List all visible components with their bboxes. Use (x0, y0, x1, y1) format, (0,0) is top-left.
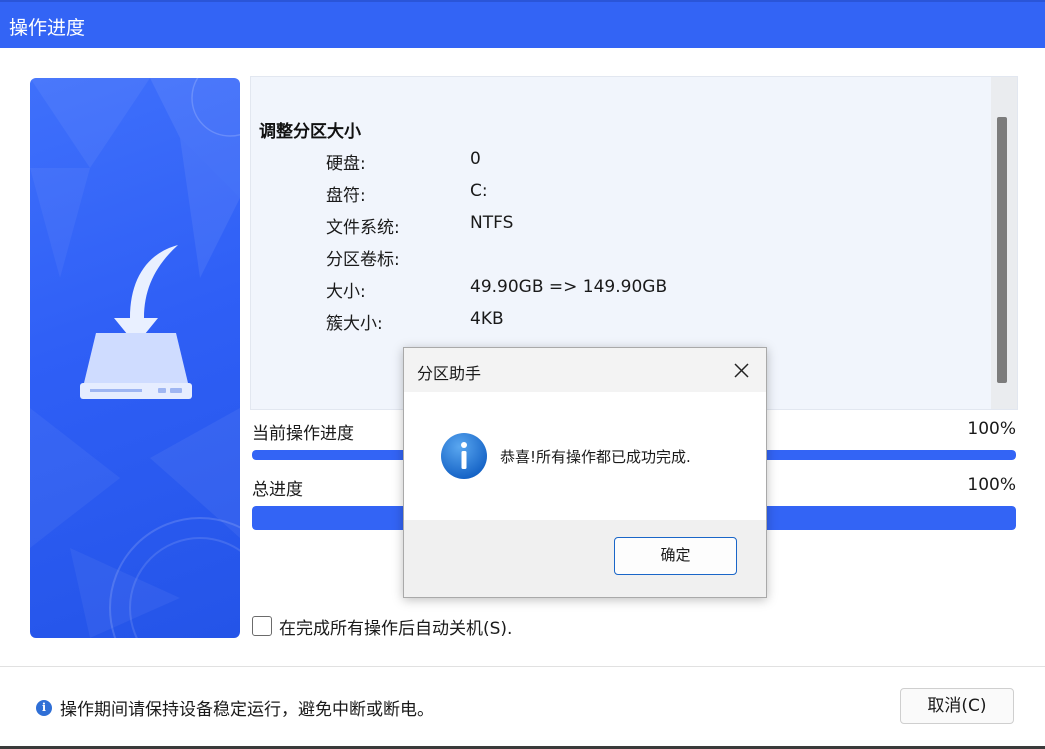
footer-note: i 操作期间请保持设备稳定运行，避免中断或断电。 (36, 695, 434, 720)
details-scrollbar[interactable] (991, 77, 1017, 409)
auto-shutdown-option[interactable]: 在完成所有操作后自动关机(S). (252, 614, 512, 639)
current-progress-percent: 100% (967, 419, 1016, 439)
close-icon[interactable] (726, 356, 756, 384)
dialog-title-bar: 分区助手 (404, 348, 766, 392)
total-progress-percent: 100% (967, 475, 1016, 495)
dialog-body: 恭喜!所有操作都已成功完成. (404, 392, 766, 520)
scrollbar-thumb[interactable] (997, 117, 1007, 383)
detail-key: 硬盘: (326, 154, 366, 174)
dialog-message: 恭喜!所有操作都已成功完成. (500, 448, 691, 466)
title-bar: 操作进度 (0, 0, 1045, 48)
operation-heading: 调整分区大小 (259, 122, 361, 142)
detail-value: NTFS (470, 213, 514, 233)
window-title: 操作进度 (9, 17, 86, 39)
detail-key: 盘符: (326, 186, 366, 206)
side-illustration-panel (30, 78, 240, 638)
completion-dialog: 分区助手 恭喜!所有操作都已成功完成. 确定 (403, 347, 767, 598)
auto-shutdown-label[interactable]: 在完成所有操作后自动关机(S). (279, 614, 512, 639)
disk-download-icon (80, 245, 192, 399)
dialog-footer: 确定 (404, 520, 766, 597)
cancel-button[interactable]: 取消(C) (900, 688, 1014, 724)
detail-value: C: (470, 181, 488, 201)
detail-key: 大小: (326, 282, 366, 302)
current-progress-label: 当前操作进度 (252, 424, 354, 444)
detail-value: 0 (470, 149, 481, 169)
footer-divider (0, 666, 1045, 667)
footer-note-text: 操作期间请保持设备稳定运行，避免中断或断电。 (60, 700, 434, 720)
dialog-title: 分区助手 (417, 364, 482, 383)
detail-key: 文件系统: (326, 218, 400, 238)
detail-key: 分区卷标: (326, 250, 400, 270)
info-icon: i (36, 699, 52, 716)
ok-button[interactable]: 确定 (614, 537, 737, 575)
detail-key: 簇大小: (326, 314, 383, 334)
detail-value: 49.90GB => 149.90GB (470, 277, 668, 297)
total-progress-label: 总进度 (252, 480, 303, 500)
info-icon (441, 433, 487, 479)
auto-shutdown-checkbox[interactable] (252, 616, 272, 636)
detail-value: 4KB (470, 309, 504, 329)
